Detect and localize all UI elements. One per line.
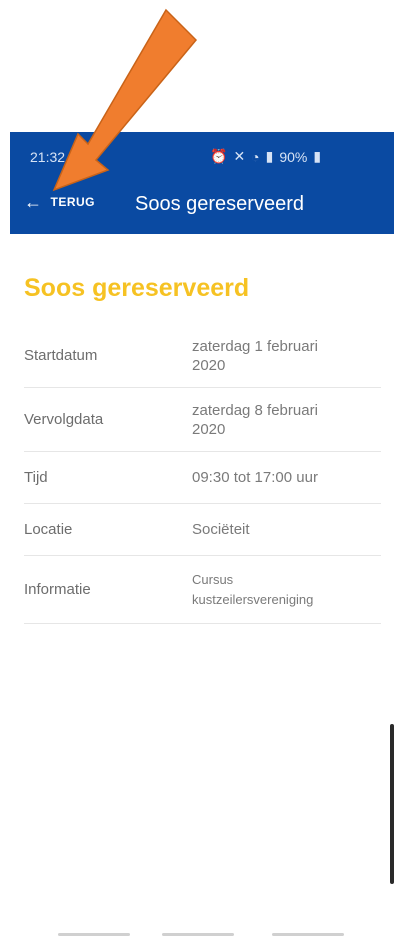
status-icons: ⏰ ✕ ◔ ▮ 90% ▮: [210, 148, 321, 165]
battery-label: 90%: [279, 148, 308, 165]
row-label: Informatie: [24, 581, 91, 598]
detail-content: Soos gereserveerd Startdatum zaterdag 1 …: [10, 234, 394, 924]
detail-row-locatie: Locatie Sociëteit: [24, 504, 381, 556]
row-label: Startdatum: [24, 347, 98, 364]
row-value-line1: zaterdag 8 februari: [192, 401, 318, 419]
back-arrow-icon: ←: [24, 192, 43, 212]
row-label: Tijd: [24, 469, 48, 486]
details-table: Startdatum zaterdag 1 februari 2020 Verv…: [24, 324, 381, 624]
battery-icon: ▮: [313, 148, 322, 164]
scrollbar[interactable]: [390, 724, 394, 884]
detail-row-tijd: Tijd 09:30 tot 17:00 uur: [24, 452, 381, 504]
row-value-line1: 09:30 tot 17:00 uur: [192, 469, 318, 486]
back-button[interactable]: ← TERUG: [24, 193, 95, 211]
app-bar: ← TERUG Soos gereserveerd: [10, 178, 394, 234]
signal-icon: ▮: [265, 148, 274, 164]
row-value-line1: Sociëteit: [192, 521, 250, 538]
bluetooth-icon: ✕: [233, 148, 246, 164]
status-bar: 21:32 ⏰ ✕ ◔ ▮ 90% ▮: [10, 132, 394, 178]
row-value-line2: 2020: [192, 356, 226, 374]
status-time: 21:32: [30, 149, 66, 165]
row-value: zaterdag 8 februari 2020: [192, 401, 381, 439]
row-value: zaterdag 1 februari 2020: [192, 337, 381, 375]
nav-pill-left[interactable]: [58, 933, 130, 936]
row-value-line1: zaterdag 1 februari: [192, 337, 318, 355]
alarm-icon: ⏰: [210, 148, 228, 164]
row-value: Cursus kustzeilersvereniging: [192, 570, 381, 610]
app-bar-title: Soos gereserveerd: [135, 193, 304, 215]
row-value: 09:30 tot 17:00 uur: [192, 468, 381, 487]
nav-pill-center[interactable]: [162, 933, 234, 936]
app-screen: 21:32 ⏰ ✕ ◔ ▮ 90% ▮ ← TERUG Soos gereser…: [0, 0, 394, 944]
row-value-line1: Cursus: [192, 571, 234, 587]
row-value-line2: 2020: [192, 420, 226, 438]
nav-pill-right[interactable]: [272, 933, 344, 936]
detail-row-vervolgdata: Vervolgdata zaterdag 8 februari 2020: [24, 388, 381, 452]
row-label: Vervolgdata: [24, 411, 104, 428]
page-title: Soos gereserveerd: [24, 274, 250, 302]
row-value-line2: kustzeilersvereniging: [192, 591, 314, 607]
row-label: Locatie: [24, 521, 73, 538]
detail-row-informatie: Informatie Cursus kustzeilersvereniging: [24, 556, 381, 624]
row-value: Sociëteit: [192, 520, 381, 539]
wifi-icon: ◔: [251, 148, 260, 165]
back-button-label: TERUG: [50, 195, 95, 209]
detail-row-startdatum: Startdatum zaterdag 1 februari 2020: [24, 324, 381, 388]
